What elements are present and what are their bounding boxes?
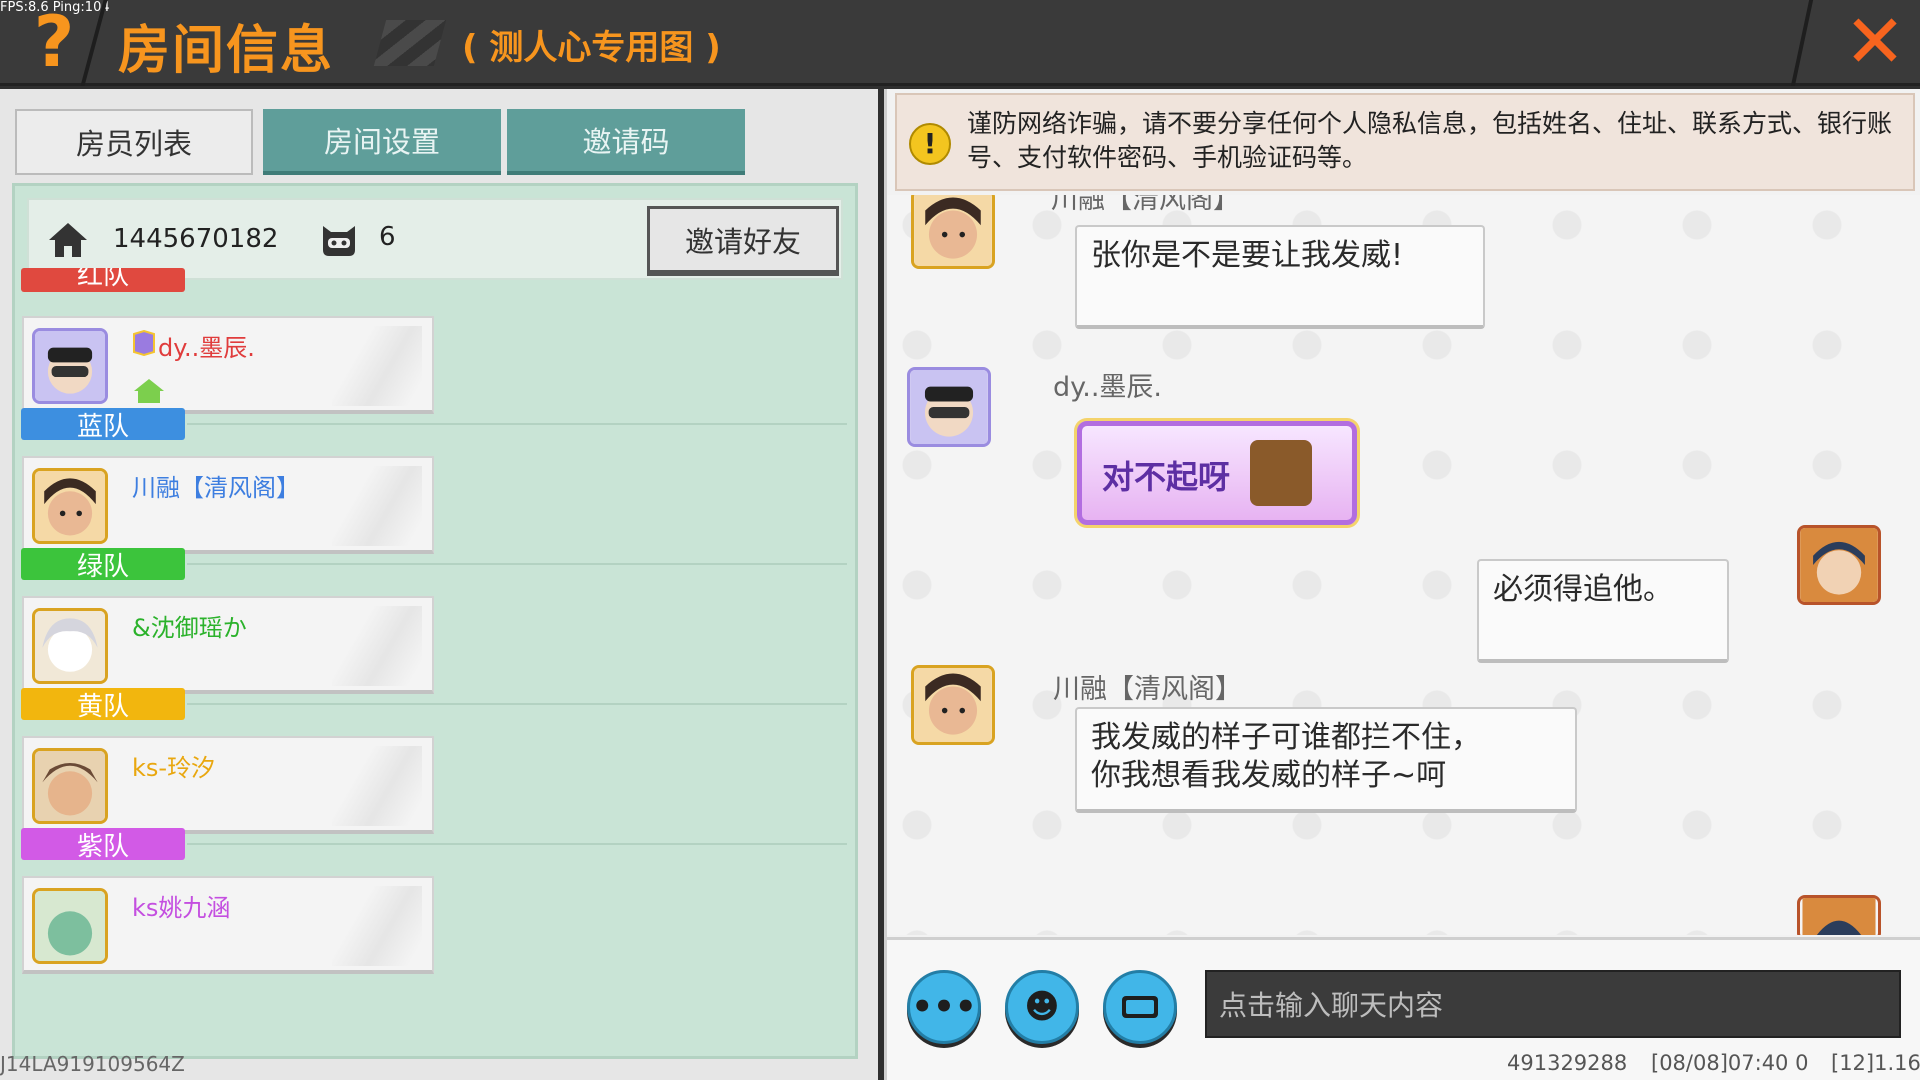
team-divider xyxy=(187,843,847,845)
message-sender: 川融【清风阁】 xyxy=(1053,674,1242,705)
member-card[interactable]: &沈御瑶か xyxy=(22,596,434,694)
chat-bubble: 张你是不是要让我发威! xyxy=(1075,225,1485,329)
member-avatar xyxy=(32,328,108,404)
card-sheen xyxy=(332,466,422,546)
member-list-area[interactable]: 1445670182 6 邀请好友 红队 dy..墨辰. 蓝队 川融【清风阁】 … xyxy=(12,183,858,1059)
chat-bubble: 我发威的样子可谁都拦不住， 你我想看我发威的样子~呵 xyxy=(1075,707,1577,813)
member-card[interactable]: dy..墨辰. xyxy=(22,316,434,414)
tab-member-list[interactable]: 房员列表 xyxy=(15,109,253,175)
team-label-purple: 紫队 xyxy=(21,828,185,862)
member-name: dy..墨辰. xyxy=(158,334,255,362)
host-icon xyxy=(134,379,164,403)
chat-panel: ! 谨防网络诈骗，请不要分享任何个人隐私信息，包括姓名、住址、联系方式、银行账号… xyxy=(884,89,1920,1080)
member-panel: 房员列表 房间设置 邀请码 1445670182 6 邀请好友 红队 dy..墨… xyxy=(0,89,878,1080)
player-count-icon xyxy=(323,226,355,256)
fraud-warning: ! 谨防网络诈骗，请不要分享任何个人隐私信息，包括姓名、住址、联系方式、银行账号… xyxy=(895,93,1915,191)
member-avatar xyxy=(32,468,108,544)
chat-bubble: 必须得追他。 xyxy=(1477,559,1729,663)
chat-message-list[interactable]: 川融【清风阁】 张你是不是要让我发威! dy..墨辰. 对不起呀 必须得追他。 … xyxy=(887,195,1920,935)
vip-badge-icon xyxy=(133,330,155,356)
member-name: 川融【清风阁】 xyxy=(132,474,300,502)
home-icon xyxy=(49,223,87,257)
message-sender: dy..墨辰. xyxy=(1053,372,1163,403)
keyboard-icon xyxy=(1122,996,1158,1018)
chat-bubble-line: 你我想看我发威的样子~呵 xyxy=(1091,758,1447,793)
keyboard-button[interactable] xyxy=(1103,970,1177,1044)
member-name: ks姚九涵 xyxy=(132,894,231,922)
close-icon[interactable]: ✕ xyxy=(1842,5,1908,79)
team-divider xyxy=(187,423,847,425)
version: [12]1.16.1 xyxy=(1831,1051,1920,1075)
map-subtitle: ( 测人心专用图 ) xyxy=(462,28,721,68)
help-icon[interactable]: ? xyxy=(24,6,84,78)
header-stripe-decoration xyxy=(373,20,447,66)
crying-emoji-icon xyxy=(1250,440,1312,506)
card-sheen xyxy=(332,326,422,406)
client-id: J14LA919109564Z xyxy=(0,1052,185,1076)
room-id: 1445670182 xyxy=(113,224,279,254)
card-sheen xyxy=(332,746,422,826)
team-label-red: 红队 xyxy=(21,268,185,292)
team-divider xyxy=(187,563,847,565)
warning-text: 谨防网络诈骗，请不要分享任何个人隐私信息，包括姓名、住址、联系方式、银行账号、支… xyxy=(967,109,1893,172)
team-divider xyxy=(187,703,847,705)
chat-avatar xyxy=(911,195,995,269)
header-divider-right xyxy=(1790,0,1814,86)
invite-friends-button[interactable]: 邀请好友 xyxy=(647,206,839,276)
chat-input[interactable]: 点击输入聊天内容 xyxy=(1205,970,1901,1038)
team-label-green: 绿队 xyxy=(21,548,185,582)
page-title: 房间信息 xyxy=(118,21,335,81)
member-name: ks-玲汐 xyxy=(132,754,216,782)
member-name: &沈御瑶か xyxy=(132,614,247,642)
app-root: FPS:8.6 Ping:104 ? 房间信息 ( 测人心专用图 ) ✕ 房员列… xyxy=(0,0,1920,1080)
warning-icon: ! xyxy=(909,123,951,165)
member-card[interactable]: 川融【清风阁】 xyxy=(22,456,434,554)
more-options-button[interactable]: ••• xyxy=(907,970,981,1044)
user-uid: 491329288 xyxy=(1507,1051,1628,1075)
card-sheen xyxy=(332,606,422,686)
emoji-button[interactable]: ☻ xyxy=(1005,970,1079,1044)
chat-bubble-line: 我发威的样子可谁都拦不住， xyxy=(1091,720,1481,755)
member-card[interactable]: ks姚九涵 xyxy=(22,876,434,974)
chat-avatar xyxy=(911,665,995,745)
timestamp: [08/08]07:40 0 xyxy=(1651,1051,1809,1075)
player-count: 6 xyxy=(379,222,396,252)
chat-avatar xyxy=(907,367,991,447)
chat-avatar xyxy=(1797,525,1881,605)
tab-room-settings[interactable]: 房间设置 xyxy=(263,109,501,175)
team-label-yellow: 黄队 xyxy=(21,688,185,722)
message-sender: 川融【清风阁】 xyxy=(1051,195,1240,215)
member-avatar xyxy=(32,748,108,824)
member-card[interactable]: ks-玲汐 xyxy=(22,736,434,834)
sticker-message: 对不起呀 xyxy=(1077,421,1357,525)
tab-invite-code[interactable]: 邀请码 xyxy=(507,109,745,175)
member-avatar xyxy=(32,888,108,964)
team-label-blue: 蓝队 xyxy=(21,408,185,442)
chat-avatar xyxy=(1797,895,1881,935)
sticker-text: 对不起呀 xyxy=(1102,458,1231,496)
member-avatar xyxy=(32,608,108,684)
header-bar: FPS:8.6 Ping:104 ? 房间信息 ( 测人心专用图 ) ✕ xyxy=(0,0,1920,86)
card-sheen xyxy=(332,886,422,966)
